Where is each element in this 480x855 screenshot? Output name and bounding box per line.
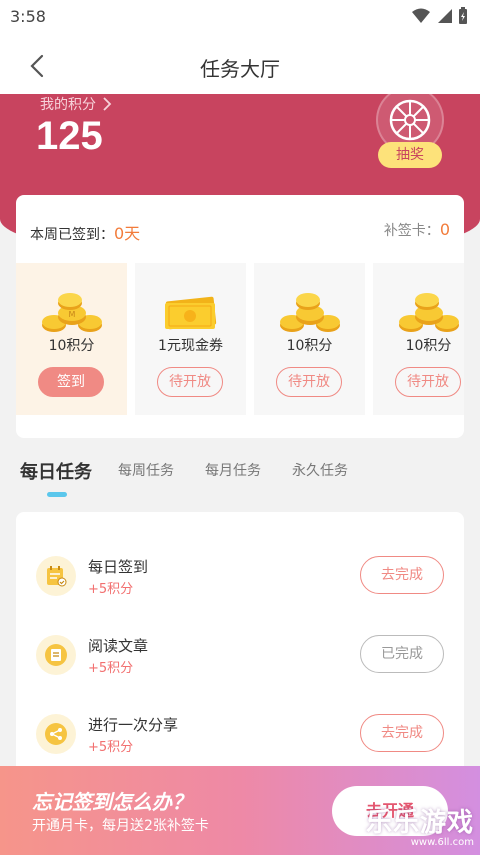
- task-title: 进行一次分享: [88, 716, 179, 734]
- share-icon: [45, 723, 67, 745]
- signin-day-2: 1元现金券 待开放: [135, 263, 246, 415]
- signin-button[interactable]: 签到: [38, 367, 104, 397]
- task-icon-container: [36, 556, 76, 596]
- cash-coupon-icon: [165, 296, 217, 330]
- tab-daily[interactable]: 每日任务: [20, 458, 92, 484]
- wheel-icon: [389, 99, 431, 141]
- title-bar: 任务大厅: [0, 34, 480, 94]
- task-icon-container: [36, 714, 76, 754]
- signin-day-button[interactable]: 待开放: [157, 367, 223, 397]
- signin-day-1: M 10积分 签到: [16, 263, 127, 415]
- lottery-wheel[interactable]: 抽奖: [372, 86, 448, 168]
- calendar-check-icon: [47, 566, 67, 587]
- status-bar: 3:58: [0, 0, 480, 34]
- svg-text:M: M: [69, 310, 76, 319]
- signin-day-reward: 10积分: [405, 338, 452, 354]
- document-icon: [45, 644, 67, 666]
- task-item-daily-signin: 每日签到 +5积分 去完成: [16, 548, 464, 608]
- signin-day-row: M 10积分 签到 1元现金券 待开放 10积分 待开放 10积分 待开放: [16, 263, 464, 415]
- coins-icon: [399, 293, 459, 332]
- week-signin-summary: 本周已签到：0天: [30, 220, 140, 244]
- coins-icon: [280, 293, 340, 332]
- watermark: 乐乐游戏 www.6ll.com: [366, 802, 474, 848]
- week-signin-label: 本周已签到：: [30, 227, 114, 243]
- makeup-card-summary: 补签卡：0: [384, 220, 450, 240]
- task-icon-container: [36, 635, 76, 675]
- task-done-button[interactable]: 已完成: [360, 635, 444, 673]
- tab-monthly[interactable]: 每月任务: [205, 460, 261, 480]
- task-title: 每日签到: [88, 558, 149, 576]
- signin-day-reward: 10积分: [48, 338, 95, 354]
- signin-day-button[interactable]: 待开放: [276, 367, 342, 397]
- lottery-button[interactable]: 抽奖: [378, 142, 442, 168]
- tab-indicator: [47, 492, 67, 497]
- monthly-card-promo: 忘记签到怎么办？ 开通月卡，每月送2张补签卡 去开通 乐乐游戏 www.6ll.…: [0, 766, 480, 855]
- wifi-icon: [412, 8, 430, 23]
- points-value: 125: [36, 114, 103, 158]
- status-time: 3:58: [10, 7, 46, 26]
- tab-weekly[interactable]: 每周任务: [118, 460, 174, 480]
- promo-subtitle: 开通月卡，每月送2张补签卡: [32, 818, 209, 834]
- signin-day-3: 10积分 待开放: [254, 263, 365, 415]
- page-title: 任务大厅: [200, 57, 280, 81]
- battery-icon: [459, 7, 467, 24]
- signin-day-reward: 10积分: [286, 338, 333, 354]
- status-icons: [412, 7, 468, 25]
- task-go-button[interactable]: 去完成: [360, 556, 444, 594]
- points-label: 我的积分: [40, 97, 96, 113]
- task-tabs: 每日任务 每周任务 每月任务 永久任务: [0, 446, 480, 506]
- chevron-right-icon: [103, 97, 112, 111]
- week-signin-value: 0天: [114, 224, 141, 243]
- tab-permanent[interactable]: 永久任务: [292, 460, 348, 480]
- task-reward: +5积分: [88, 740, 134, 755]
- signin-card: 本周已签到：0天 补签卡：0 M 10积分 签到 1元现金券 待开放 10积分 …: [16, 195, 464, 438]
- task-title: 阅读文章: [88, 637, 149, 655]
- watermark-logo: 乐乐游戏: [365, 808, 474, 838]
- promo-title: 忘记签到怎么办？: [32, 790, 192, 814]
- makeup-card-value: 0: [439, 220, 450, 239]
- task-item-read-article: 阅读文章 +5积分 已完成: [16, 627, 464, 687]
- task-reward: +5积分: [88, 582, 134, 597]
- my-points-link[interactable]: 我的积分: [40, 94, 112, 114]
- signal-icon: [438, 9, 452, 23]
- coins-icon: M: [42, 293, 102, 332]
- makeup-card-label: 补签卡：: [383, 223, 440, 239]
- signin-day-reward: 1元现金券: [158, 338, 223, 354]
- task-go-button[interactable]: 去完成: [360, 714, 444, 752]
- task-item-share: 进行一次分享 +5积分 去完成: [16, 706, 464, 766]
- signin-day-4: 10积分 待开放: [373, 263, 464, 415]
- signin-day-button[interactable]: 待开放: [395, 367, 461, 397]
- task-reward: +5积分: [88, 661, 134, 676]
